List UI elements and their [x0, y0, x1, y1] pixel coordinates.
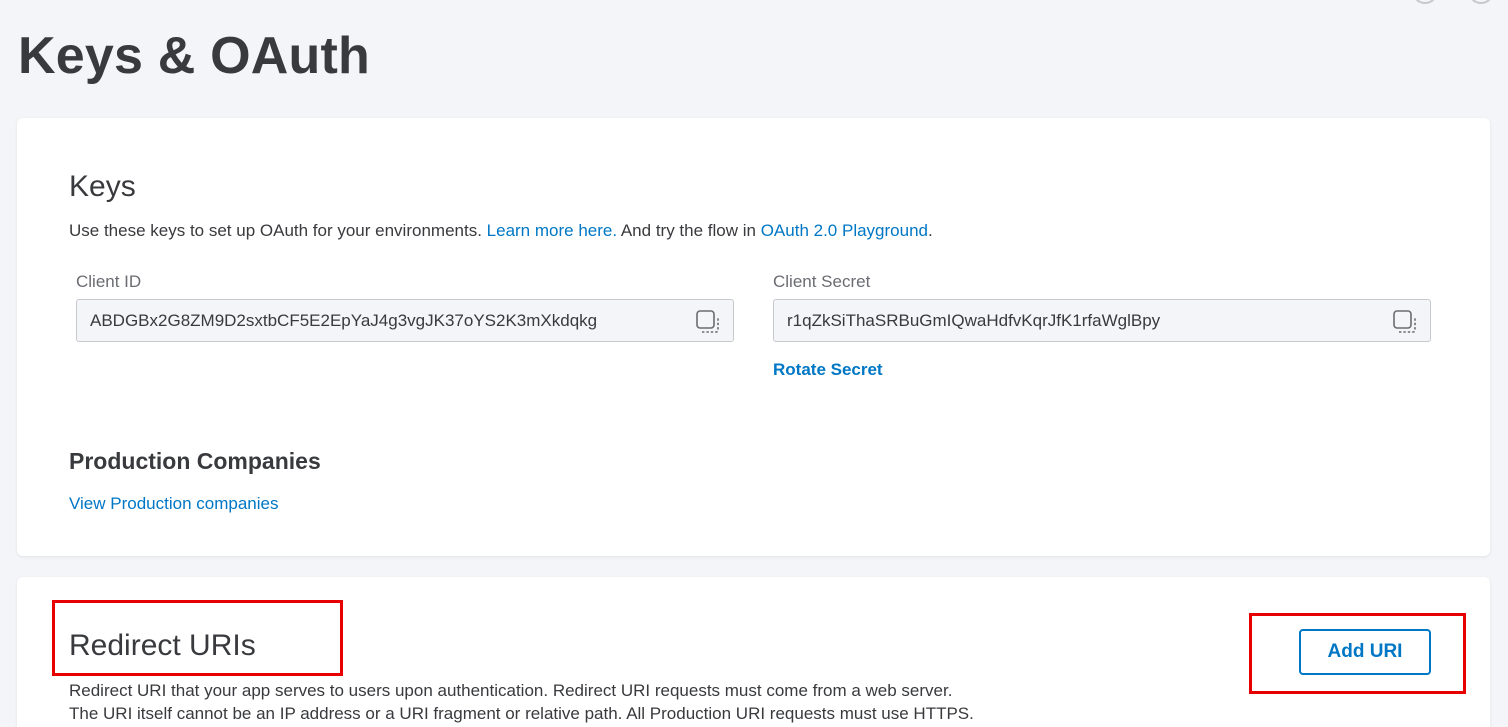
- learn-more-link[interactable]: Learn more here.: [487, 221, 617, 240]
- settings-icon[interactable]: [1468, 0, 1494, 4]
- top-right-icons: [1412, 0, 1494, 4]
- help-icon[interactable]: [1412, 0, 1438, 4]
- client-id-value: ABDGBx2G8ZM9D2sxtbCF5E2EpYaJ4g3vgJK37oYS…: [90, 310, 598, 330]
- rotate-secret-link[interactable]: Rotate Secret: [773, 360, 883, 380]
- oauth-playground-link[interactable]: OAuth 2.0 Playground: [761, 221, 928, 240]
- keys-description-suffix: .: [927, 221, 933, 240]
- keys-card: Keys Use these keys to set up OAuth for …: [17, 118, 1490, 556]
- keys-oauth-page: Keys & OAuth Keys Use these keys to set …: [0, 0, 1508, 727]
- copy-icon[interactable]: [1392, 309, 1418, 335]
- client-secret-value: r1qZkSiThaSRBuGmIQwaHdfvKqrJfK1rfaWglBpy: [787, 310, 1161, 330]
- keys-description: Use these keys to set up OAuth for your …: [69, 221, 933, 241]
- keys-section-title: Keys: [69, 170, 136, 203]
- client-id-label: Client ID: [76, 272, 142, 291]
- redirect-uris-card: Redirect URIs Add URI Redirect URI that …: [17, 577, 1490, 727]
- client-id-field[interactable]: ABDGBx2G8ZM9D2sxtbCF5E2EpYaJ4g3vgJK37oYS…: [76, 299, 734, 342]
- redirect-description-line-2: The URI itself cannot be an IP address o…: [69, 704, 974, 723]
- redirect-uris-description: Redirect URI that your app serves to use…: [69, 679, 1069, 725]
- redirect-description-line-1: Redirect URI that your app serves to use…: [69, 681, 953, 700]
- page-title: Keys & OAuth: [18, 27, 371, 85]
- keys-description-middle: And try the flow in: [617, 221, 761, 240]
- redirect-uris-title: Redirect URIs: [69, 629, 256, 662]
- view-production-companies-link[interactable]: View Production companies: [69, 494, 278, 514]
- client-secret-field[interactable]: r1qZkSiThaSRBuGmIQwaHdfvKqrJfK1rfaWglBpy: [773, 299, 1431, 342]
- production-companies-title: Production Companies: [69, 448, 321, 474]
- client-secret-label: Client Secret: [773, 272, 871, 291]
- copy-icon[interactable]: [695, 309, 721, 335]
- add-uri-button[interactable]: Add URI: [1299, 629, 1431, 675]
- keys-description-prefix: Use these keys to set up OAuth for your …: [69, 221, 487, 240]
